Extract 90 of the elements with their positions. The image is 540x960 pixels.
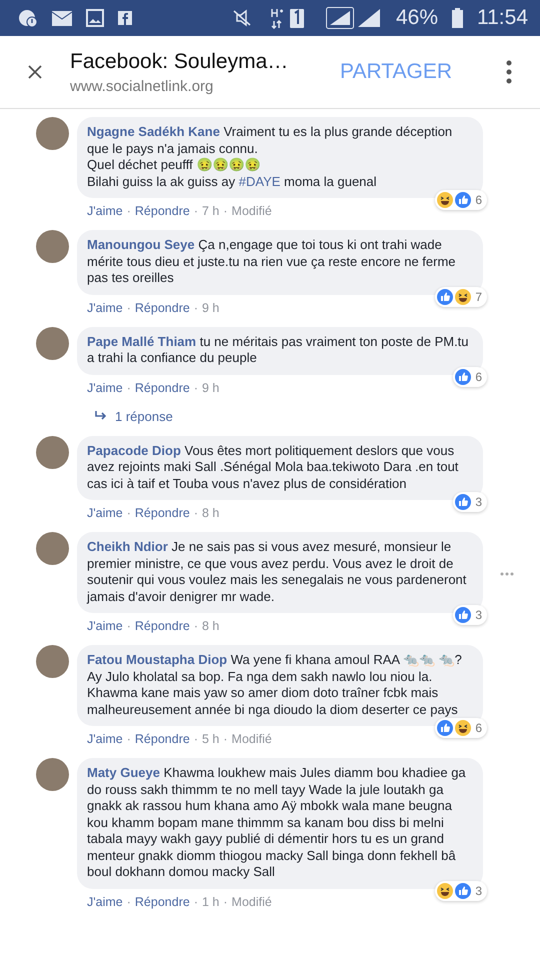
like-link[interactable]: J'aime xyxy=(87,894,123,908)
comment-time: 9 h xyxy=(202,300,220,314)
separator: · xyxy=(126,300,131,314)
avatar[interactable] xyxy=(36,436,69,468)
reaction-count[interactable]: 3 xyxy=(453,492,487,512)
battery-percentage: 46% xyxy=(396,6,438,30)
like-reaction-icon xyxy=(455,494,472,510)
like-link[interactable]: J'aime xyxy=(87,732,123,746)
like-link[interactable]: J'aime xyxy=(87,506,123,520)
reply-link[interactable]: Répondre xyxy=(134,204,190,218)
laughing-face-icon xyxy=(455,720,472,736)
separator: · xyxy=(126,732,131,746)
like-link[interactable]: J'aime xyxy=(87,619,123,633)
separator: · xyxy=(223,204,228,218)
alert-icon xyxy=(18,9,38,27)
laughing-face-icon xyxy=(455,288,472,304)
comment-text: Maty Gueye Khawma loukhew mais Jules diamm bou khadiee ga do rouss sakh thimmm te no mell tayy Wade la jule loutakh ga gnakk ak rassou hum khana amo Aÿ mbokk wala mane beugna kou khamm bopam mane thimmm sa kanam bou diss bi melni tabala mayy wakh gayy publié di démentir hors tu es un grand menteur gnakk diomm thiogou macky Sall binga donn fekhell bâ boul dokhann domou macky Sall xyxy=(87,765,467,880)
like-link[interactable]: J'aime xyxy=(87,204,123,218)
more-button[interactable] xyxy=(500,572,514,576)
like-reaction-icon xyxy=(437,288,454,304)
edited-label: Modifié xyxy=(232,732,272,746)
comment-text: Ngagne Sadékh Kane Vraiment tu es la plus grande déception que le pays n'a jamais connu. Quel déchet peufff 🤢🤢🤢🤢 Bilahi guiss la ak guiss ay #DAYE moma la guenal xyxy=(87,124,454,190)
facebook-icon xyxy=(118,11,132,25)
image-icon xyxy=(86,9,104,27)
separator: · xyxy=(223,732,228,746)
comment-time: 5 h xyxy=(202,732,220,746)
mail-icon xyxy=(52,10,72,26)
like-reaction-icon xyxy=(455,368,472,384)
reply-link[interactable]: Répondre xyxy=(134,619,190,633)
replies-link[interactable]: 1 réponse xyxy=(95,408,483,424)
comment-text: Pape Mallé Thiam tu ne méritais pas vraiment ton poste de PM.tu a trahi la confiance du peuple xyxy=(87,334,470,366)
reply-link[interactable]: Répondre xyxy=(134,732,190,746)
edited-label: Modifié xyxy=(232,204,272,218)
reply-link[interactable]: Répondre xyxy=(134,894,190,908)
comment-time: 1 h xyxy=(202,894,220,908)
reaction-count[interactable]: 6 xyxy=(453,366,487,386)
separator: · xyxy=(126,380,131,394)
reply-link[interactable]: Répondre xyxy=(134,300,190,314)
ellipsis-icon xyxy=(500,572,514,576)
battery-icon xyxy=(452,8,463,28)
comment-time: 9 h xyxy=(202,380,220,394)
separator: · xyxy=(194,732,198,746)
page-url: www.socialnetlink.org xyxy=(70,78,214,94)
separator: · xyxy=(223,894,228,908)
edited-label: Modifié xyxy=(232,894,272,908)
reply-link[interactable]: Répondre xyxy=(134,506,190,520)
separator: · xyxy=(194,894,198,908)
comment-time: 8 h xyxy=(202,619,220,633)
comment-time: 7 h xyxy=(202,204,220,218)
avatar[interactable] xyxy=(36,117,69,150)
laughing-face-icon xyxy=(437,192,454,208)
reply-arrow-icon xyxy=(95,411,107,421)
separator: · xyxy=(194,300,198,314)
like-reaction-icon xyxy=(437,720,454,736)
like-reaction-icon xyxy=(455,607,472,623)
laughing-face-icon xyxy=(437,882,454,898)
separator: · xyxy=(194,619,198,633)
reaction-count[interactable]: 3 xyxy=(453,605,487,625)
avatar[interactable] xyxy=(36,326,69,360)
avatar[interactable] xyxy=(36,230,69,263)
avatar[interactable] xyxy=(36,645,69,678)
comment-text: Papacode Diop Vous êtes mort politiquement deslors que vous avez rejoints maki Sall .Sénégal Mola baa.tekiwoto Dara .en tout cas ici à taif et Touba vous n'avez plus de considération xyxy=(87,442,460,492)
separator: · xyxy=(194,506,198,520)
comment-text: Manoungou Seye Ça n,engage que toi tous ki ont trahi wade mérite tous dieu et juste.tu na rien vue ça reste encore ne ferme pas tes oreilles xyxy=(87,237,457,286)
like-reaction-icon xyxy=(455,192,472,208)
comment-text: Cheikh Ndior Je ne sais pas si vous avez mesuré, monsieur le premier ministre, ce que vous avez perdu. Vous avez le droit de soutenir qui vous voulez mais les senegalais ne vous pardeneront jamais d'avoir denigrer mr wade. xyxy=(87,539,468,605)
separator: · xyxy=(126,506,131,520)
separator: · xyxy=(126,894,131,908)
comment-text: Fatou Moustapha Diop Wa yene fi khana amoul RAA 🐀🐀 🐀? Ay Julo kholatal sa bop. Fa nga dem sakh nawlo lou niou la. Khawma kane mais yaw so amer diom doto traîner fcbk mais malheureusement année bi nga dioudo la diom deserter ce pays xyxy=(87,652,463,718)
clock: 11:54 xyxy=(477,6,528,30)
signal-icon xyxy=(326,7,382,29)
kebab-menu-icon xyxy=(506,60,512,84)
avatar[interactable] xyxy=(36,532,69,565)
like-link[interactable]: J'aime xyxy=(87,380,123,394)
reaction-count[interactable]: 7 xyxy=(435,286,487,306)
page-title: Facebook: Souleyma… xyxy=(70,50,290,74)
reaction-count[interactable]: 6 xyxy=(435,718,487,738)
avatar[interactable] xyxy=(36,758,69,791)
reply-link[interactable]: Répondre xyxy=(134,380,190,394)
separator: · xyxy=(126,619,131,633)
more-options-button[interactable] xyxy=(506,60,514,84)
comment-time: 8 h xyxy=(202,506,220,520)
separator: · xyxy=(194,204,198,218)
close-icon xyxy=(28,65,42,79)
like-reaction-icon xyxy=(455,882,472,898)
like-link[interactable]: J'aime xyxy=(87,300,123,314)
separator: · xyxy=(126,204,131,218)
separator: · xyxy=(194,380,198,394)
reaction-count[interactable]: 3 xyxy=(435,880,487,900)
reaction-count[interactable]: 6 xyxy=(435,190,487,210)
